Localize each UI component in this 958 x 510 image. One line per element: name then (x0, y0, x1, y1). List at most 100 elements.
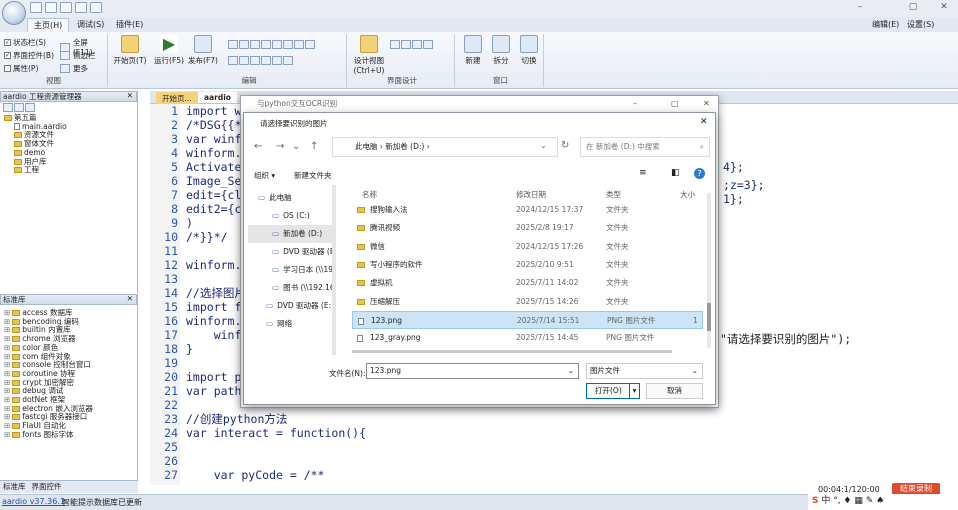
goto-icon[interactable] (250, 56, 260, 65)
refresh-icon[interactable]: ↻ (561, 140, 569, 151)
library-item[interactable]: ⊞ fonts 图标字体 (4, 430, 137, 440)
minimize-button[interactable]: – (850, 2, 870, 14)
file-row[interactable]: 123.png 2025/7/14 15:51 PNG 图片文件 1 (352, 310, 703, 329)
new-project-icon[interactable] (45, 2, 57, 13)
sidebar-button[interactable]: 侧边栏 (60, 50, 96, 61)
uncomment-icon[interactable] (294, 40, 304, 49)
address-bar[interactable]: 此电脑 › 新加卷 (D:) › (332, 137, 558, 157)
file-row[interactable]: 搜狗输入法 2024/12/15 17:37 文件夹 (352, 201, 703, 219)
run-button[interactable]: ▶ 运行(F5) (154, 35, 184, 66)
tab-home[interactable]: 主页(H) (27, 18, 70, 32)
menu-settings[interactable]: 设置(S) (901, 18, 940, 32)
nav-item[interactable]: ▭ OS (C:) (248, 207, 336, 225)
filename-dropdown-icon[interactable]: ⌄ (568, 364, 574, 378)
breadcrumb-this-pc[interactable]: 此电脑 (355, 142, 378, 151)
cancel-button[interactable]: 取消 (646, 383, 703, 399)
split-button[interactable]: 拆分 (486, 35, 516, 66)
redo-icon[interactable] (272, 56, 282, 65)
ui-controls-checkbox[interactable]: ✓ 界面控件(B) (4, 50, 54, 61)
design-view-button[interactable]: 设计视图 (Ctrl+U) (352, 35, 386, 75)
expand-icon[interactable]: ⊞ (4, 395, 10, 404)
save-icon[interactable] (75, 2, 87, 13)
tab-main-aardio[interactable]: aardio (198, 92, 237, 103)
maximize-button[interactable]: ▢ (903, 2, 923, 14)
nav-item[interactable]: ▭ DVD 驱动器 (E:) (248, 297, 336, 315)
align-center-icon[interactable] (401, 40, 411, 49)
search-input[interactable]: 在 新加卷 (D:) 中搜索 ⌕ (580, 137, 710, 157)
cut-icon[interactable] (228, 40, 238, 49)
expand-icon[interactable]: ⊞ (4, 360, 10, 369)
start-page-button[interactable]: 开始页(T) (112, 35, 148, 66)
nav-item[interactable]: ▭ 网络 (248, 315, 336, 333)
open-button[interactable]: 打开(O) ▾ (586, 383, 640, 399)
undo-icon[interactable] (261, 56, 271, 65)
indent-icon[interactable] (261, 40, 271, 49)
view-options-icon[interactable]: ≡ (639, 168, 647, 178)
file-row[interactable]: 腾讯视频 2025/2/8 19:17 文件夹 (352, 219, 703, 237)
history-dropdown-icon[interactable]: ⌄ (292, 141, 300, 152)
statusbar-checkbox[interactable]: ✓ 状态栏(S) (4, 37, 46, 48)
switch-button[interactable]: 切换 (514, 35, 544, 66)
bookmark-icon[interactable] (283, 56, 293, 65)
paste-icon[interactable] (250, 40, 260, 49)
nav-item[interactable]: ▭ 此电脑 (248, 189, 336, 207)
save-all-icon[interactable] (90, 2, 102, 13)
app-orb-button[interactable] (2, 1, 26, 25)
dialog-close-button[interactable]: ✕ (700, 117, 708, 127)
preview-pane-icon[interactable]: ◧ (671, 168, 680, 178)
run-project-icon[interactable] (25, 103, 35, 112)
file-row[interactable]: 写小程序的软件 2025/2/10 9:51 文件夹 (352, 256, 703, 274)
expand-icon[interactable]: ⊞ (4, 343, 10, 352)
col-size[interactable]: 大小 (680, 189, 695, 200)
forward-icon[interactable]: → (276, 141, 284, 152)
close-button[interactable]: ✕ (934, 2, 954, 14)
menu-edit[interactable]: 编辑(E) (866, 18, 905, 32)
file-row[interactable]: 123_gray.png 2025/7/15 14:45 PNG 图片文件 (352, 329, 703, 347)
copy-icon[interactable] (239, 40, 249, 49)
new-window-button[interactable]: 新建 (458, 35, 488, 66)
ocr-close-button[interactable]: ✕ (703, 99, 710, 108)
tab-debug[interactable]: 调试(S) (71, 18, 110, 32)
breadcrumb-drive-d[interactable]: 新加卷 (D:) (385, 142, 424, 151)
file-row[interactable]: 压缩解压 2025/7/15 14:26 文件夹 (352, 293, 703, 311)
tab-plugins[interactable]: 插件(E) (110, 18, 149, 32)
save-project-icon[interactable] (14, 103, 24, 112)
nav-item[interactable]: ▭ 学习日本 (\\19 (248, 261, 336, 279)
find-icon[interactable] (228, 56, 238, 65)
open-folder-icon[interactable] (60, 2, 72, 13)
file-row[interactable]: 虚拟机 2025/7/11 14:02 文件夹 (352, 274, 703, 292)
project-icon[interactable] (3, 103, 13, 112)
col-type[interactable]: 类型 (606, 189, 621, 200)
file-scrollbar[interactable] (707, 193, 711, 348)
back-icon[interactable]: ← (254, 141, 262, 152)
new-file-icon[interactable] (30, 2, 42, 13)
panel-close-icon[interactable]: ✕ (127, 294, 133, 304)
properties-checkbox[interactable]: 属性(P) (4, 63, 38, 74)
tab-stdlib[interactable]: 标准库 (3, 481, 26, 493)
ocr-minimize-button[interactable]: – (633, 99, 637, 108)
filetype-select[interactable]: 图片文件 ⌄ (586, 363, 703, 379)
file-row[interactable]: 微信 2024/12/15 17:26 文件夹 (352, 238, 703, 256)
replace-icon[interactable] (239, 56, 249, 65)
filename-input[interactable]: 123.png ⌄ (366, 363, 579, 379)
publish-button[interactable]: 发布(F7) (188, 35, 218, 66)
outdent-icon[interactable] (272, 40, 282, 49)
organize-button[interactable]: 组织 ▾ (254, 170, 275, 181)
format-icon[interactable] (305, 40, 315, 49)
ime-toolbar[interactable]: S 中 °, ♦ ▦ ✎ ♠ (808, 494, 958, 510)
expand-icon[interactable]: ⊞ (4, 430, 10, 439)
expand-icon[interactable]: ⊞ (4, 334, 10, 343)
nav-item[interactable]: ▭ 图书 (\\192.16 (248, 279, 336, 297)
panel-close-icon[interactable]: ✕ (127, 91, 133, 101)
help-icon[interactable]: ? (694, 168, 705, 179)
expand-icon[interactable]: ⊞ (4, 386, 10, 395)
align-right-icon[interactable] (412, 40, 422, 49)
open-dropdown-icon[interactable]: ▾ (629, 384, 639, 398)
nav-item[interactable]: ▭ 新加卷 (D:) (248, 225, 336, 243)
align-top-icon[interactable] (423, 40, 433, 49)
col-name[interactable]: 名称 (362, 189, 377, 200)
more-button[interactable]: 更多 (60, 63, 88, 74)
address-dropdown-icon[interactable]: ⌄ (540, 141, 547, 150)
ocr-maximize-button[interactable]: ▢ (671, 99, 679, 108)
version-link[interactable]: aardio v37.36.1 (2, 497, 65, 506)
